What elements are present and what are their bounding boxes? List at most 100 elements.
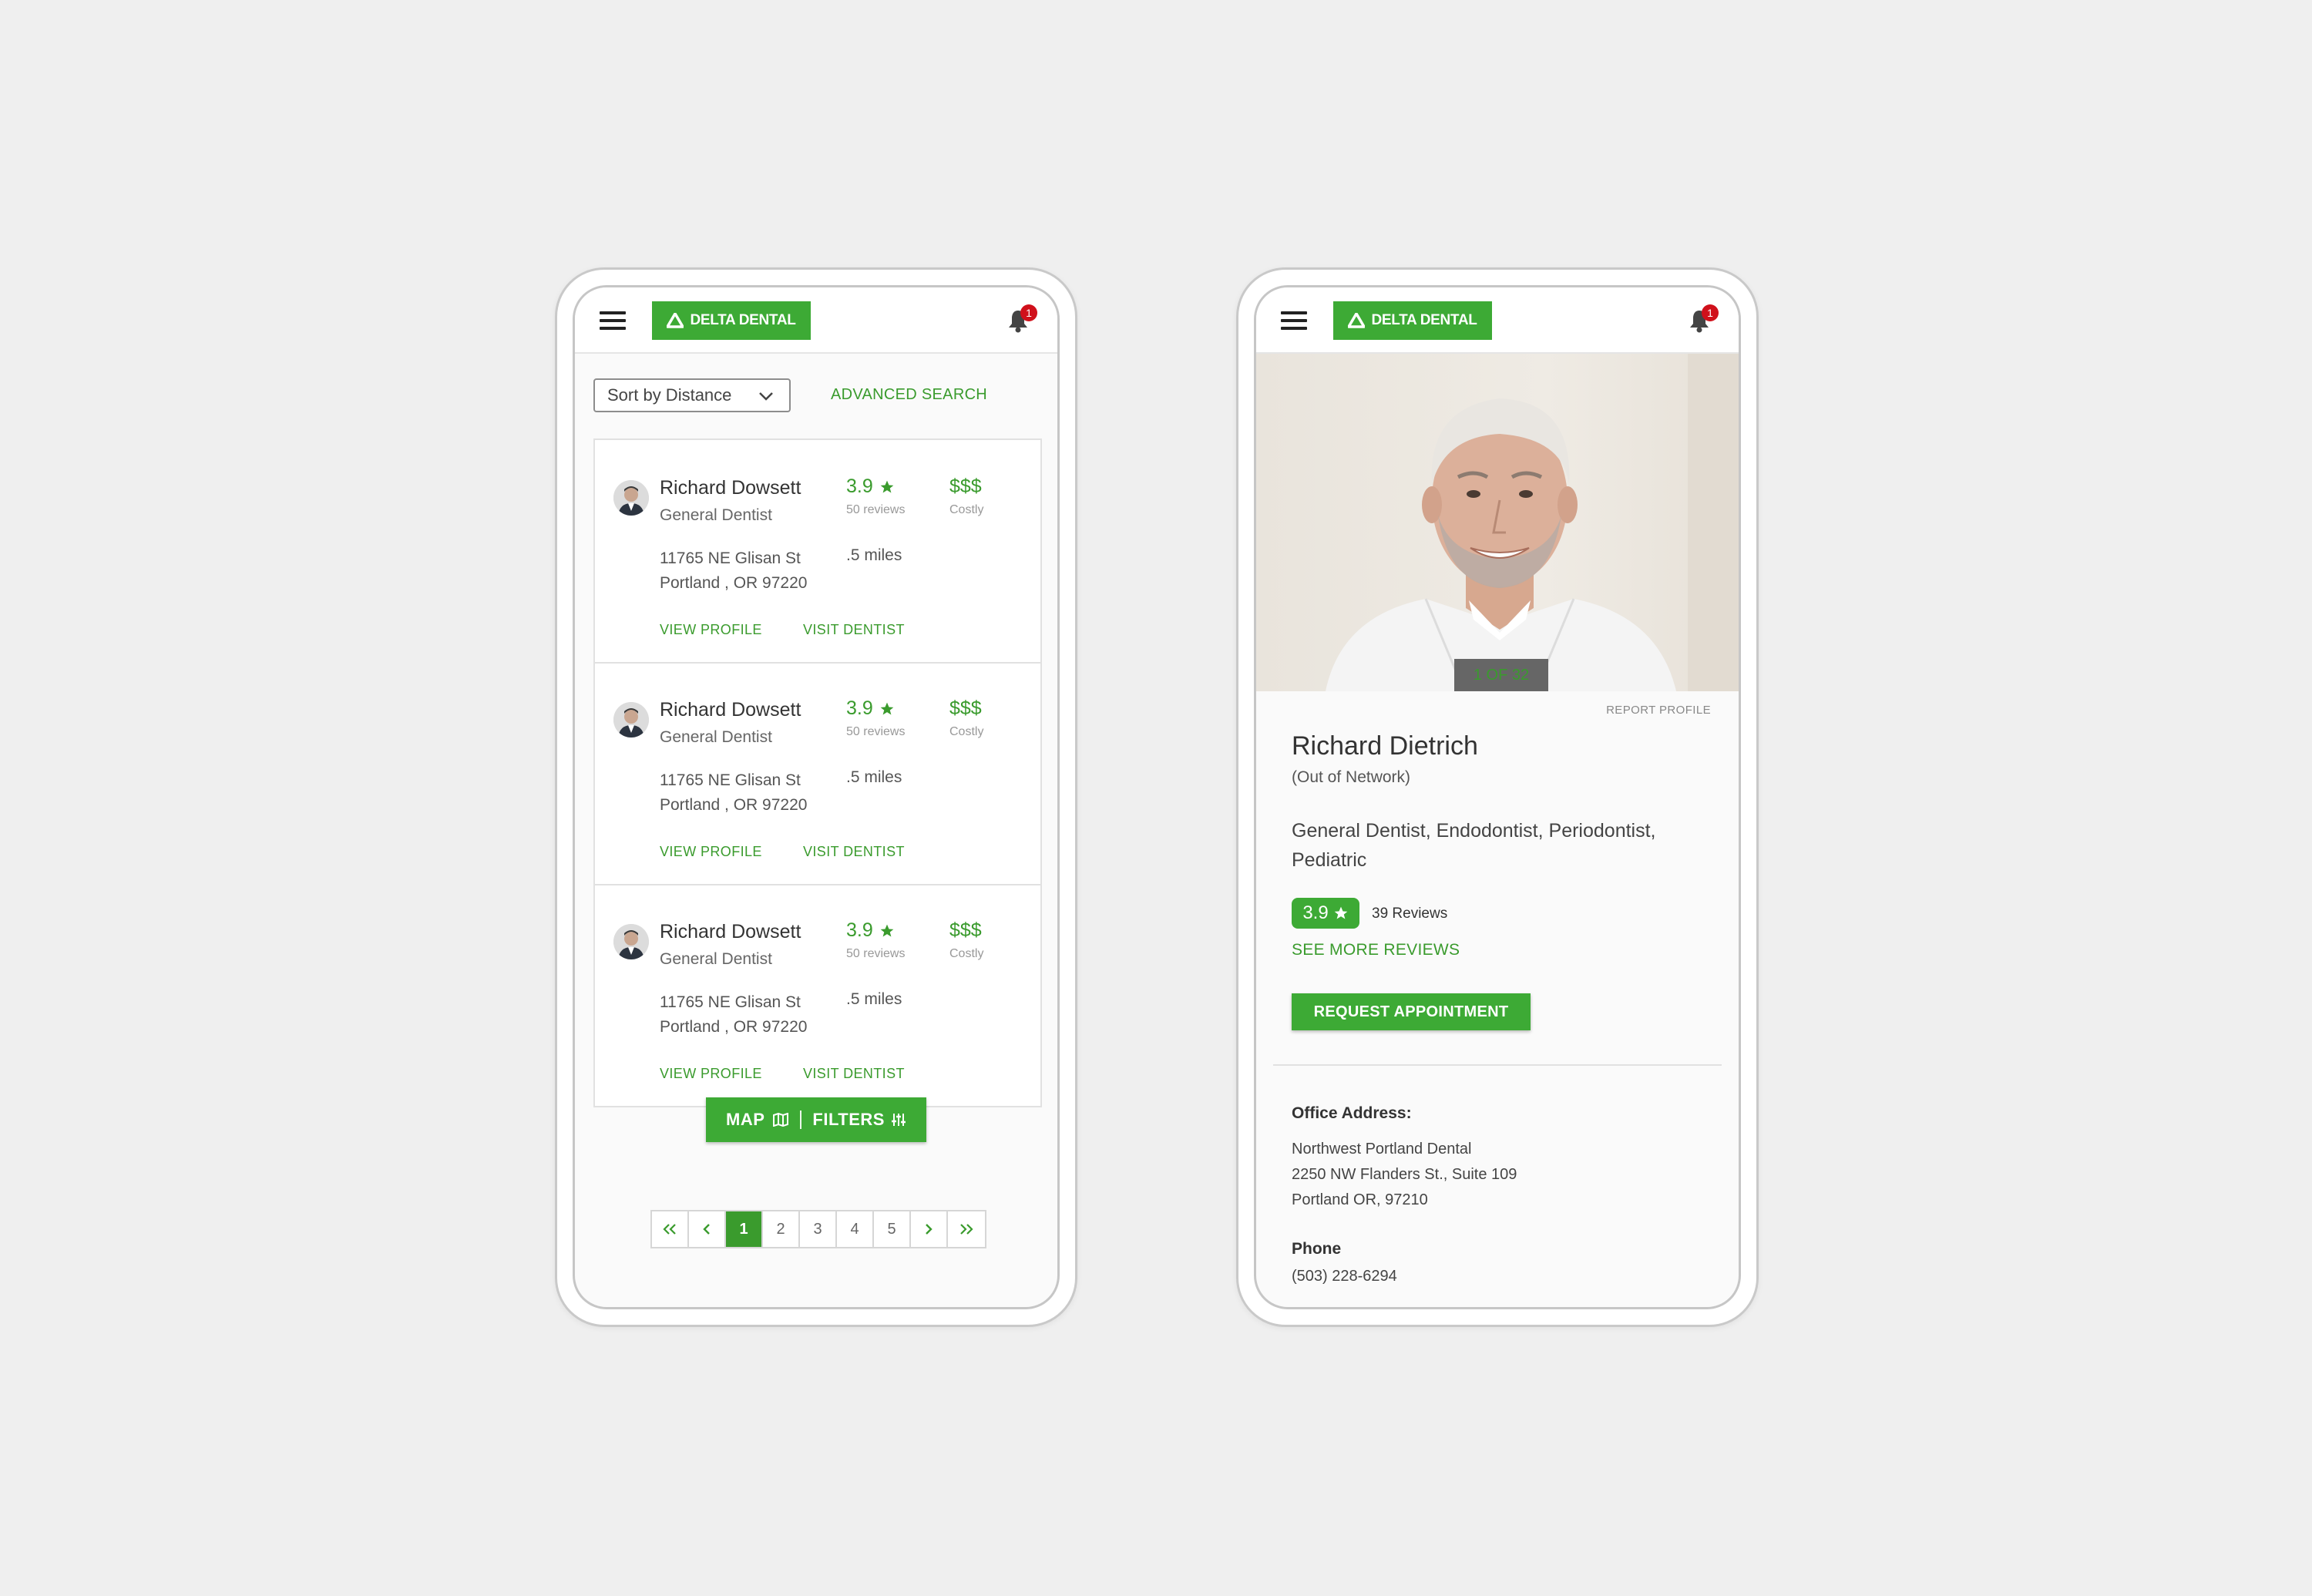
cost-label: Costly bbox=[949, 725, 984, 738]
photo-counter: 1 OF 32 bbox=[1454, 659, 1548, 691]
profile-name: Richard Dietrich bbox=[1292, 731, 1478, 761]
visit-dentist-link[interactable]: VISIT DENTIST bbox=[803, 1066, 905, 1082]
prev-page-button[interactable] bbox=[689, 1211, 726, 1247]
phone-number[interactable]: (503) 228-6294 bbox=[1292, 1268, 1397, 1285]
review-count: 39 Reviews bbox=[1372, 906, 1448, 922]
visit-dentist-link[interactable]: VISIT DENTIST bbox=[803, 622, 905, 638]
office-city: Portland OR, 97210 bbox=[1292, 1191, 1428, 1208]
dentist-avatar bbox=[613, 480, 649, 516]
divider bbox=[1273, 1064, 1722, 1066]
network-status: (Out of Network) bbox=[1292, 768, 1411, 786]
top-bar: DELTA DENTAL 1 bbox=[1256, 287, 1739, 354]
address-line2: Portland , OR 97220 bbox=[660, 796, 808, 814]
cost-label: Costly bbox=[949, 947, 984, 960]
logo-text: DELTA DENTAL bbox=[1371, 312, 1477, 328]
chevron-right-icon bbox=[926, 1224, 933, 1235]
dentist-specialty: General Dentist bbox=[660, 506, 772, 524]
phone-dentist-profile: DELTA DENTAL 1 1 OF 32 REPORT PROFILE Ri… bbox=[1236, 267, 1759, 1327]
dentist-name: Richard Dowsett bbox=[660, 921, 801, 942]
distance: .5 miles bbox=[846, 546, 902, 564]
view-profile-link[interactable]: VIEW PROFILE bbox=[660, 622, 762, 638]
next-page-button[interactable] bbox=[911, 1211, 948, 1247]
distance: .5 miles bbox=[846, 768, 902, 786]
last-page-button[interactable] bbox=[948, 1211, 985, 1247]
dentist-rating: 3.9 bbox=[846, 919, 895, 942]
map-icon bbox=[773, 1113, 789, 1127]
view-profile-link[interactable]: VIEW PROFILE bbox=[660, 1066, 762, 1082]
chevron-down-icon bbox=[759, 392, 773, 401]
star-icon bbox=[1334, 906, 1348, 919]
phone-search-results: DELTA DENTAL 1 Sort by Distance ADVANCED… bbox=[555, 267, 1077, 1327]
page-button-1[interactable]: 1 bbox=[726, 1211, 763, 1247]
delta-dental-logo[interactable]: DELTA DENTAL bbox=[652, 301, 811, 340]
address-line1: 11765 NE Glisan St bbox=[660, 771, 801, 789]
sort-label: Sort by Distance bbox=[607, 385, 732, 405]
office-name: Northwest Portland Dental bbox=[1292, 1141, 1472, 1158]
cost-label: Costly bbox=[949, 503, 984, 516]
sort-dropdown[interactable]: Sort by Distance bbox=[593, 378, 791, 412]
cost-indicator: $$$ bbox=[949, 475, 982, 497]
delta-dental-logo[interactable]: DELTA DENTAL bbox=[1333, 301, 1492, 340]
pagination: 1 2 3 4 5 bbox=[650, 1210, 986, 1248]
dentist-address: 11765 NE Glisan St Portland , OR 97220 bbox=[660, 768, 807, 818]
hamburger-menu-icon[interactable] bbox=[600, 311, 626, 330]
address-line1: 11765 NE Glisan St bbox=[660, 993, 801, 1011]
filters-button[interactable]: FILTERS bbox=[812, 1110, 906, 1130]
cost-indicator: $$$ bbox=[949, 697, 982, 719]
review-count: 50 reviews bbox=[846, 725, 906, 738]
hamburger-menu-icon[interactable] bbox=[1281, 311, 1307, 330]
screen: DELTA DENTAL 1 1 OF 32 REPORT PROFILE Ri… bbox=[1254, 285, 1741, 1309]
delta-triangle-icon bbox=[667, 313, 684, 328]
request-appointment-button[interactable]: REQUEST APPOINTMENT bbox=[1292, 993, 1531, 1030]
address-line2: Portland , OR 97220 bbox=[660, 574, 808, 592]
visit-dentist-link[interactable]: VISIT DENTIST bbox=[803, 844, 905, 860]
rating-value: 3.9 bbox=[846, 697, 873, 719]
address-line1: 11765 NE Glisan St bbox=[660, 549, 801, 567]
address-line2: Portland , OR 97220 bbox=[660, 1018, 808, 1036]
dentist-specialty: General Dentist bbox=[660, 950, 772, 968]
dentist-name: Richard Dowsett bbox=[660, 477, 801, 499]
star-icon bbox=[880, 480, 894, 492]
profile-specialties: General Dentist, Endodontist, Periodonti… bbox=[1292, 820, 1656, 871]
first-page-button[interactable] bbox=[652, 1211, 689, 1247]
double-chevron-left-icon bbox=[663, 1224, 676, 1235]
map-filters-bar: MAP FILTERS bbox=[706, 1097, 926, 1142]
dentist-avatar bbox=[613, 924, 649, 959]
dentist-avatar bbox=[613, 702, 649, 738]
advanced-search-link[interactable]: ADVANCED SEARCH bbox=[831, 386, 987, 404]
dentist-portrait bbox=[1326, 354, 1739, 691]
office-address: Northwest Portland Dental 2250 NW Flande… bbox=[1292, 1137, 1517, 1213]
view-profile-link[interactable]: VIEW PROFILE bbox=[660, 844, 762, 860]
map-button[interactable]: MAP bbox=[726, 1110, 789, 1130]
dentist-card: Richard Dowsett General Dentist 3.9 50 r… bbox=[595, 884, 1040, 1106]
page-button-5[interactable]: 5 bbox=[874, 1211, 911, 1247]
review-count: 50 reviews bbox=[846, 947, 906, 960]
filters-label: FILTERS bbox=[812, 1110, 885, 1129]
star-icon bbox=[880, 702, 894, 714]
office-address-label: Office Address: bbox=[1292, 1104, 1412, 1122]
page-button-2[interactable]: 2 bbox=[763, 1211, 800, 1247]
screen: DELTA DENTAL 1 Sort by Distance ADVANCED… bbox=[573, 285, 1060, 1309]
page-button-4[interactable]: 4 bbox=[837, 1211, 874, 1247]
dentist-card: Richard Dowsett General Dentist 3.9 50 r… bbox=[595, 440, 1040, 664]
rating-badge: 3.9 bbox=[1292, 898, 1359, 929]
office-street: 2250 NW Flanders St., Suite 109 bbox=[1292, 1166, 1517, 1183]
results-list: Richard Dowsett General Dentist 3.9 50 r… bbox=[593, 438, 1042, 1107]
dentist-rating: 3.9 bbox=[846, 475, 895, 498]
delta-triangle-icon bbox=[1348, 313, 1366, 328]
star-icon bbox=[880, 924, 894, 936]
double-chevron-right-icon bbox=[960, 1224, 973, 1235]
report-profile-link[interactable]: REPORT PROFILE bbox=[1606, 704, 1711, 717]
dentist-address: 11765 NE Glisan St Portland , OR 97220 bbox=[660, 990, 807, 1040]
rating-value: 3.9 bbox=[846, 475, 873, 497]
see-more-reviews-link[interactable]: SEE MORE REVIEWS bbox=[1292, 941, 1460, 959]
distance: .5 miles bbox=[846, 990, 902, 1008]
page-button-3[interactable]: 3 bbox=[800, 1211, 837, 1247]
dentist-rating: 3.9 bbox=[846, 697, 895, 720]
rating-value: 3.9 bbox=[1302, 902, 1329, 923]
logo-text: DELTA DENTAL bbox=[690, 312, 796, 328]
dentist-address: 11765 NE Glisan St Portland , OR 97220 bbox=[660, 546, 807, 596]
dentist-card: Richard Dowsett General Dentist 3.9 50 r… bbox=[595, 662, 1040, 885]
dentist-photo[interactable]: 1 OF 32 bbox=[1256, 354, 1739, 691]
rating-value: 3.9 bbox=[846, 919, 873, 941]
